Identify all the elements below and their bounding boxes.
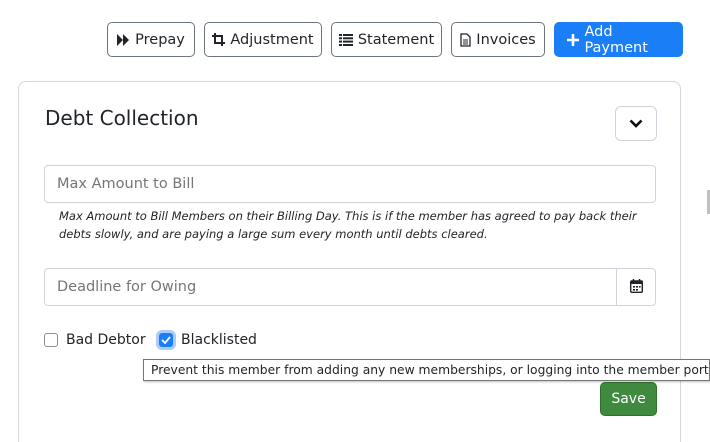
calendar-button[interactable] [616, 268, 656, 306]
debt-collection-card: Debt Collection Max Amount to Bill Membe… [18, 81, 681, 442]
bad-debtor-row: Bad Debtor [44, 332, 146, 348]
blacklisted-label[interactable]: Blacklisted [181, 332, 257, 348]
prepay-button[interactable]: Prepay [107, 22, 195, 57]
invoices-button[interactable]: Invoices [451, 22, 545, 57]
blacklisted-tooltip: Prevent this member from adding any new … [143, 359, 710, 381]
max-amount-input[interactable] [44, 165, 656, 203]
bad-debtor-checkbox[interactable] [44, 333, 58, 347]
card-title: Debt Collection [45, 106, 199, 130]
fast-forward-icon [117, 33, 130, 47]
adjustment-label: Adjustment [230, 31, 314, 48]
deadline-input[interactable] [44, 268, 617, 306]
max-amount-help-text: Max Amount to Bill Members on their Bill… [59, 209, 637, 241]
list-icon [338, 33, 353, 47]
prepay-label: Prepay [135, 31, 185, 48]
calendar-icon [629, 278, 643, 297]
invoices-label: Invoices [476, 31, 536, 48]
action-toolbar: Prepay Adjustment Statement Invoices Add… [107, 22, 683, 57]
bad-debtor-label[interactable]: Bad Debtor [66, 332, 146, 348]
plus-icon [567, 33, 580, 47]
chevron-down-icon [629, 114, 643, 133]
adjustment-button[interactable]: Adjustment [204, 22, 322, 57]
crop-icon [212, 33, 226, 47]
blacklisted-row: Blacklisted [159, 332, 257, 348]
save-button[interactable]: Save [600, 382, 657, 416]
add-payment-label: Add Payment [584, 23, 648, 56]
blacklisted-checkbox[interactable] [159, 333, 173, 347]
statement-label: Statement [357, 31, 435, 48]
statement-button[interactable]: Statement [331, 22, 442, 57]
checkmark-icon [161, 336, 171, 344]
document-icon [460, 32, 471, 47]
add-payment-button[interactable]: Add Payment [554, 22, 683, 57]
collapse-button[interactable] [615, 106, 657, 141]
